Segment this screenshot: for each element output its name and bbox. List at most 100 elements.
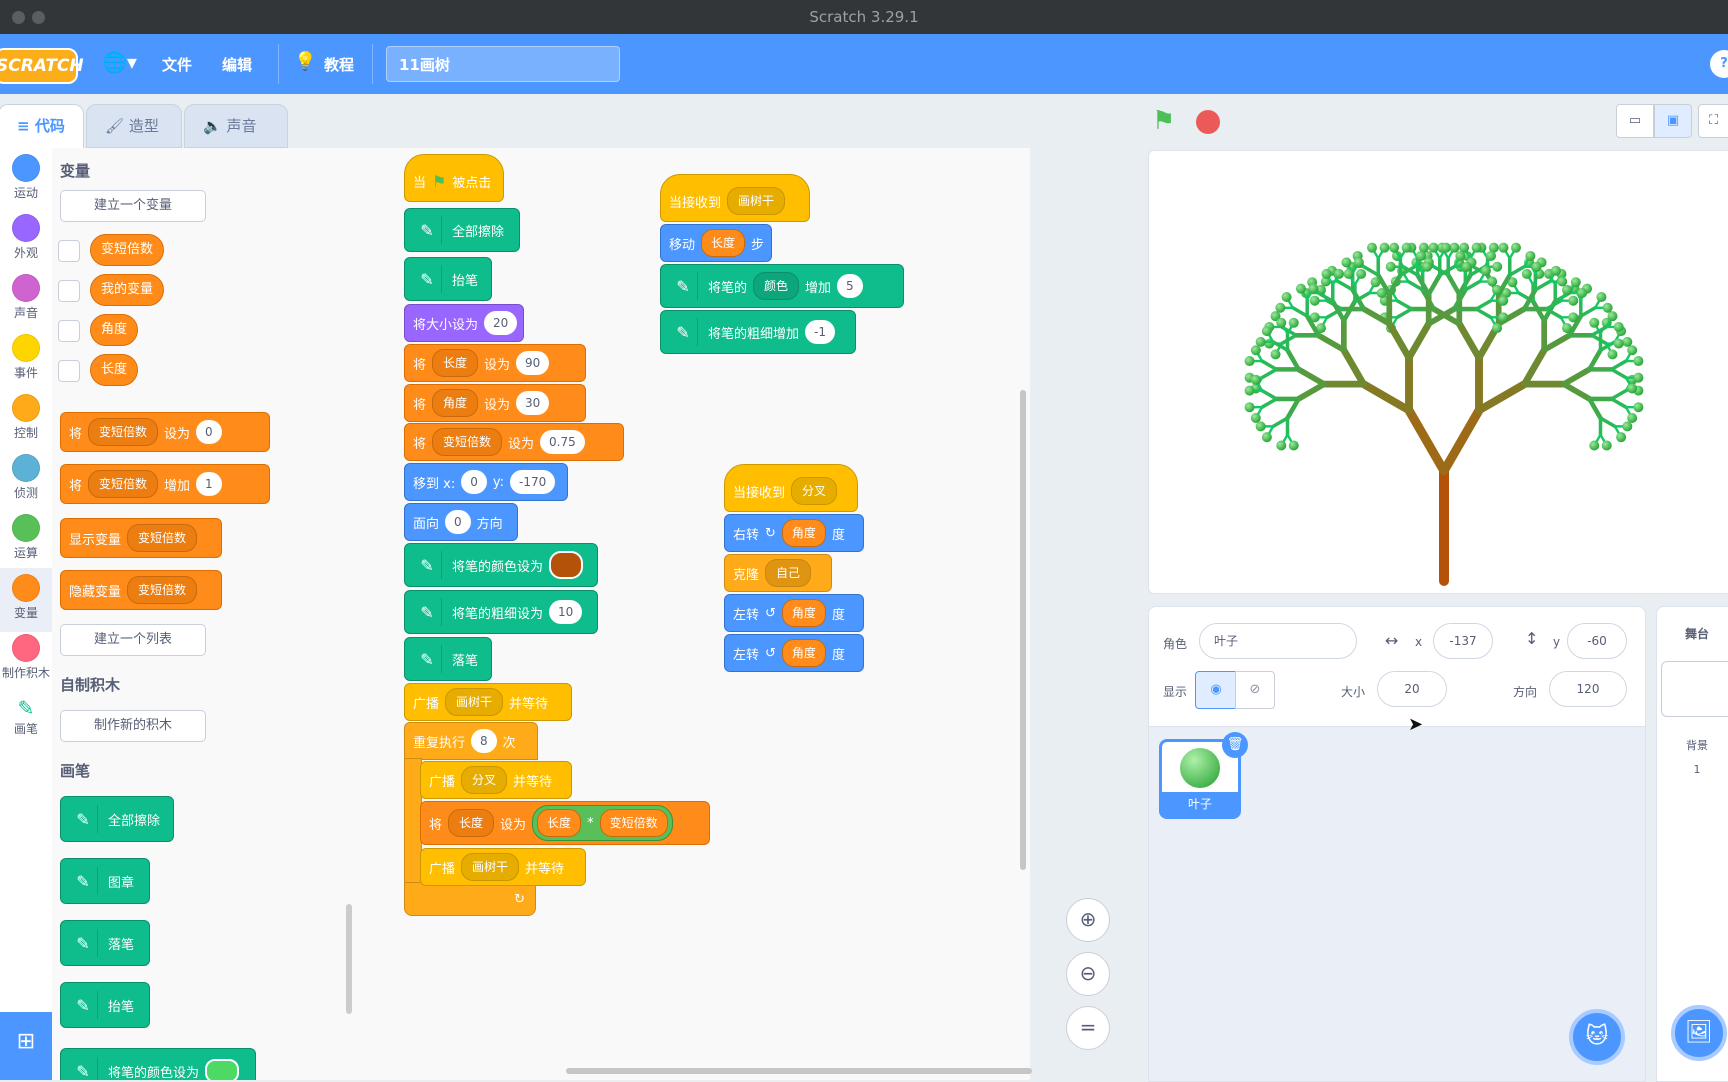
category-control[interactable]: 控制: [0, 394, 52, 441]
repeat-block[interactable]: 重复执行 8 次: [404, 722, 538, 760]
turn-left-block[interactable]: 左转 ↺ 角度度: [724, 634, 864, 672]
when-receive-block[interactable]: 当接收到 画树干: [660, 174, 810, 222]
turn-right-block[interactable]: 右转 ↻ 角度度: [724, 514, 864, 552]
when-receive-block[interactable]: 当接收到 分叉: [724, 464, 858, 512]
extensions-button[interactable]: ⊞: [0, 1012, 52, 1080]
pen-stamp-block[interactable]: ✎ 图章: [60, 858, 150, 904]
set-length-block[interactable]: 将长度 设为 90: [404, 344, 586, 382]
set-angle-block[interactable]: 将角度 设为 30: [404, 384, 586, 422]
green-flag-button[interactable]: ⚑: [1152, 106, 1175, 136]
set-size-block[interactable]: 将大小设为 20: [404, 304, 524, 342]
language-globe-icon[interactable]: 🌐▾: [102, 50, 137, 74]
pen-up-block[interactable]: ✎ 抬笔: [404, 257, 492, 301]
tutorials-menu[interactable]: 教程: [324, 54, 354, 75]
change-pen-color-block[interactable]: ✎ 将笔的 颜色 增加 5: [660, 264, 904, 308]
broadcast-wait-block[interactable]: 广播 画树干 并等待: [420, 848, 586, 886]
show-variable-block[interactable]: 显示变量 变短倍数: [60, 518, 222, 558]
move-steps-block[interactable]: 移动 长度步: [660, 224, 772, 262]
pen-color-block[interactable]: ✎ 将笔的颜色设为: [60, 1048, 256, 1080]
project-title-input[interactable]: 11画树: [386, 46, 620, 82]
zoom-in-button[interactable]: ⊕: [1066, 898, 1110, 942]
code-vertical-scrollbar[interactable]: [1020, 390, 1026, 870]
window-title: Scratch 3.29.1: [809, 8, 919, 26]
choose-sprite-button[interactable]: 🐱: [1569, 1009, 1625, 1065]
var-reporter[interactable]: 角度: [90, 314, 139, 346]
tab-sounds[interactable]: 🔈 声音: [184, 104, 288, 148]
scratch-logo[interactable]: SCRATCH: [0, 48, 84, 84]
change-pen-size-block[interactable]: ✎ 将笔的粗细增加 -1: [660, 310, 856, 354]
show-sprite-button[interactable]: ◉: [1195, 671, 1237, 709]
category-sensing[interactable]: 侦测: [0, 454, 52, 501]
fullscreen-button[interactable]: ⛶: [1698, 104, 1728, 138]
set-length-multiply-block[interactable]: 将长度 设为 长度 * 变短倍数: [420, 801, 710, 845]
erase-all-block[interactable]: ✎ 全部擦除: [404, 208, 520, 252]
var-checkbox[interactable]: [58, 280, 80, 302]
pen-down-block[interactable]: ✎ 落笔: [404, 637, 492, 681]
var-checkbox[interactable]: [58, 320, 80, 342]
set-pen-size-block[interactable]: ✎ 将笔的粗细设为 10: [404, 590, 598, 634]
edit-menu[interactable]: 编辑: [222, 54, 252, 75]
palette-scrollbar[interactable]: [346, 904, 352, 1014]
category-sound[interactable]: 声音: [0, 274, 52, 321]
pen-down-block[interactable]: ✎ 落笔: [60, 920, 150, 966]
sprite-name-input[interactable]: 叶子: [1199, 623, 1357, 659]
y-input[interactable]: -60: [1567, 623, 1627, 659]
set-ratio-block[interactable]: 将变短倍数 设为 0.75: [404, 423, 624, 461]
create-clone-block[interactable]: 克隆 自己: [724, 554, 832, 592]
direction-input[interactable]: 120: [1549, 671, 1627, 707]
make-variable-button[interactable]: 建立一个变量: [60, 190, 206, 222]
pen-clear-block[interactable]: ✎ 全部擦除: [60, 796, 174, 842]
myblocks-heading: 自制积木: [60, 676, 121, 694]
zoom-reset-button[interactable]: =: [1066, 1006, 1110, 1050]
turn-left-block[interactable]: 左转 ↺ 角度度: [724, 594, 864, 632]
var-checkbox[interactable]: [58, 240, 80, 262]
stop-button[interactable]: [1196, 110, 1220, 134]
make-block-button[interactable]: 制作新的积木: [60, 710, 206, 742]
stage-selector[interactable]: 舞台 背景 1 🖼: [1656, 606, 1728, 1082]
broadcast-wait-block[interactable]: 广播 分叉 并等待: [420, 761, 572, 799]
var-checkbox[interactable]: [58, 360, 80, 382]
x-input[interactable]: -137: [1433, 623, 1493, 659]
point-direction-block[interactable]: 面向 0 方向: [404, 503, 518, 541]
sprite-thumbnail[interactable]: 叶子 🗑: [1159, 732, 1248, 819]
var-reporter[interactable]: 长度: [90, 354, 139, 386]
broadcast-wait-block[interactable]: 广播 画树干 并等待: [404, 683, 572, 721]
tab-code[interactable]: ≡ 代码: [0, 104, 84, 148]
file-menu[interactable]: 文件: [162, 54, 192, 75]
help-icon[interactable]: ?: [1710, 50, 1728, 78]
category-pen[interactable]: ✎ 画笔: [0, 696, 52, 737]
var-reporter[interactable]: 我的变量: [90, 274, 165, 306]
code-horizontal-scrollbar[interactable]: [566, 1068, 1032, 1074]
set-pen-color-block[interactable]: ✎ 将笔的颜色设为: [404, 543, 598, 587]
pen-up-block[interactable]: ✎ 抬笔: [60, 982, 150, 1028]
zoom-out-button[interactable]: ⊖: [1066, 952, 1110, 996]
make-list-button[interactable]: 建立一个列表: [60, 624, 206, 656]
normal-stage-button[interactable]: ▣: [1654, 104, 1692, 138]
set-variable-block[interactable]: 将变短倍数 设为 0: [60, 412, 270, 452]
hide-variable-block[interactable]: 隐藏变量 变短倍数: [60, 570, 222, 610]
go-to-xy-block[interactable]: 移到 x: 0 y: -170: [404, 463, 568, 501]
category-motion[interactable]: 运动: [0, 154, 52, 201]
category-variables[interactable]: 变量: [0, 568, 52, 632]
size-input[interactable]: 20: [1377, 671, 1447, 707]
delete-sprite-button[interactable]: 🗑: [1222, 732, 1248, 758]
change-variable-block[interactable]: 将变短倍数 增加 1: [60, 464, 270, 504]
lightbulb-icon: 💡: [294, 51, 317, 72]
y-arrows-icon: ↕: [1525, 629, 1539, 648]
multiply-operator[interactable]: 长度 * 变短倍数: [532, 805, 673, 841]
small-stage-button[interactable]: ▭: [1616, 104, 1654, 138]
tree-drawing: [1244, 242, 1644, 586]
category-events[interactable]: 事件: [0, 334, 52, 381]
var-reporter[interactable]: 变短倍数: [90, 234, 165, 266]
hide-sprite-button[interactable]: ⊘: [1235, 671, 1275, 709]
category-looks[interactable]: 外观: [0, 214, 52, 261]
category-operators[interactable]: 运算: [0, 514, 52, 561]
when-flag-clicked-block[interactable]: 当 ⚑ 被点击: [404, 154, 504, 202]
stage-canvas[interactable]: [1148, 150, 1728, 594]
choose-backdrop-button[interactable]: 🖼: [1671, 1005, 1727, 1061]
pen-icon: ✎: [413, 265, 442, 293]
category-my-blocks[interactable]: 制作积木: [0, 634, 52, 681]
repeat-block-footer: ↻: [404, 882, 536, 916]
tab-costumes[interactable]: 🖌 造型: [86, 104, 182, 148]
backdrop-thumbnail[interactable]: [1661, 661, 1728, 717]
